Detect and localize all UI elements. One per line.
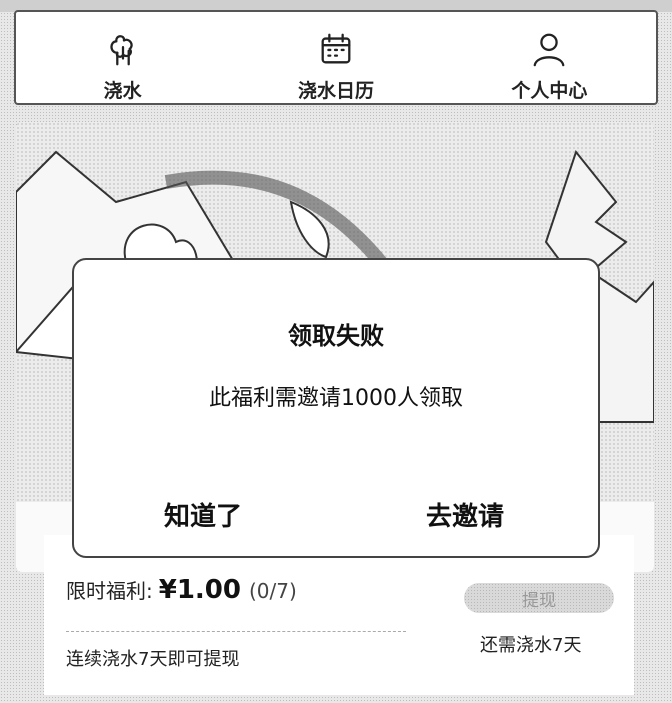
benefit-amount: ¥1.00 — [158, 575, 241, 605]
withdraw-hint: 连续浇水7天即可提现 — [66, 649, 240, 670]
benefit-row: 限时福利: ¥1.00 (0/7) — [66, 575, 297, 605]
benefit-card: 限时福利: ¥1.00 (0/7) 提现 连续浇水7天即可提现 还需浇水7天 — [44, 535, 634, 695]
invite-button[interactable]: 去邀请 — [426, 496, 504, 533]
calendar-icon — [321, 33, 351, 64]
benefit-label: 限时福利: — [66, 579, 153, 603]
tab-label: 浇水 — [103, 80, 142, 102]
dialog-message: 此福利需邀请1000人领取 — [209, 386, 463, 411]
tab-profile[interactable]: 个人中心 — [443, 12, 656, 103]
remaining-days: 还需浇水7天 — [480, 635, 582, 656]
tab-label: 浇水日历 — [297, 80, 374, 102]
got-it-button[interactable]: 知道了 — [164, 496, 242, 533]
tab-label: 个人中心 — [511, 80, 588, 102]
tree-icon — [110, 35, 133, 66]
withdraw-button[interactable]: 提现 — [464, 583, 614, 613]
tab-water[interactable]: 浇水 — [16, 12, 229, 103]
user-icon — [533, 33, 565, 67]
tab-water-calendar[interactable]: 浇水日历 — [229, 12, 442, 103]
bottom-tab-bar: 浇水 浇水日历 个人中心 — [14, 10, 658, 105]
benefit-progress: (0/7) — [249, 579, 297, 603]
claim-failed-dialog: 领取失败 此福利需邀请1000人领取 知道了 去邀请 — [72, 258, 600, 558]
dialog-title: 领取失败 — [288, 322, 384, 350]
divider — [66, 631, 406, 632]
